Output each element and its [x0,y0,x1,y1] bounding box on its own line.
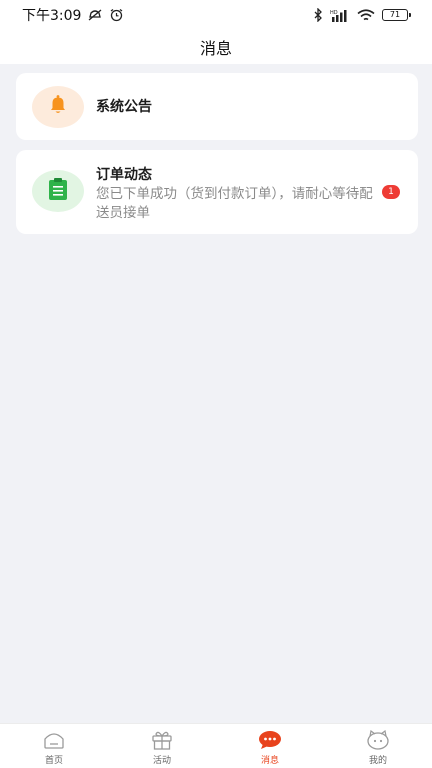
tab-home[interactable]: 首页 [0,724,108,768]
message-preview: 您已下单成功（货到付款订单），请耐心等待配送员接单 [96,186,373,221]
message-title: 系统公告 [96,99,152,115]
bell-icon [46,93,70,121]
unread-badge: 1 [382,185,400,199]
bluetooth-icon [314,8,323,22]
wifi-icon [357,8,375,22]
status-bar: 下午3:09 HD 71 [0,0,432,30]
tab-label: 首页 [44,756,63,766]
message-item-system-notice[interactable]: 系统公告 [16,73,418,140]
status-left: 下午3:09 [22,5,124,25]
clipboard-icon [47,177,69,205]
page-title: 消息 [199,39,232,58]
page-header: 消息 [0,30,432,64]
gift-icon [150,730,174,750]
system-notice-avatar [32,86,84,128]
status-time: 下午3:09 [22,8,82,24]
profile-icon [366,730,390,750]
bottom-tab-bar: 首页 活动 消息 我的 [0,723,432,768]
tab-messages[interactable]: 消息 [216,724,324,768]
message-item-order-updates[interactable]: 订单动态 您已下单成功（货到付款订单），请耐心等待配送员接单 1 [16,150,418,234]
tab-activities[interactable]: 活动 [108,724,216,768]
message-title: 订单动态 [96,167,152,183]
home-icon [42,730,66,750]
tab-label: 活动 [152,756,171,766]
signal-icon: HD [330,9,350,22]
message-icon [258,730,282,750]
tab-label: 消息 [260,756,279,766]
order-updates-avatar [32,170,84,212]
tab-label: 我的 [368,756,387,766]
battery-icon: 71 [382,9,411,21]
tab-profile[interactable]: 我的 [324,724,432,768]
alarm-icon [109,8,124,22]
mute-icon [87,8,103,22]
status-right: HD 71 [314,8,411,22]
